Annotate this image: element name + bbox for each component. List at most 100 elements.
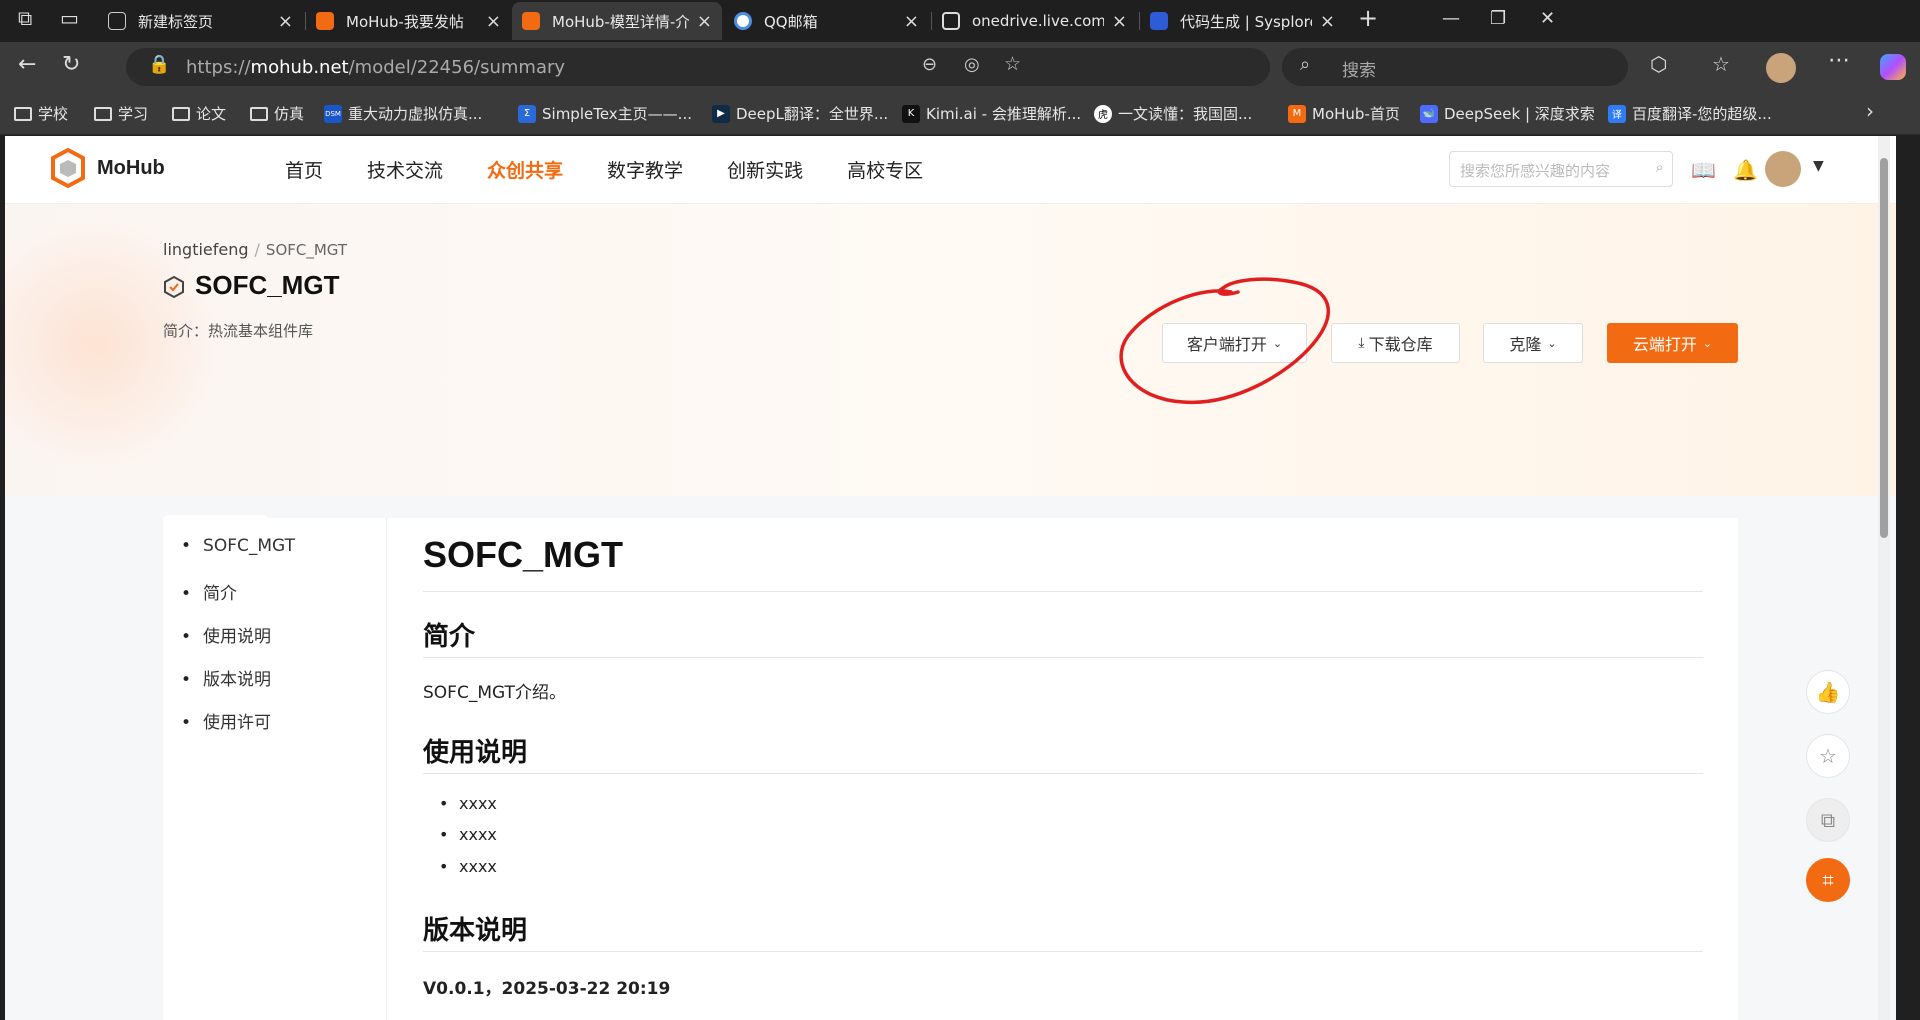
edge-icon[interactable]: ◎ (964, 54, 980, 75)
toc-item[interactable]: 版本说明 (181, 665, 271, 690)
favorite-star-icon[interactable]: ☆ (1004, 53, 1021, 75)
toc-item[interactable]: 使用说明 (181, 622, 271, 647)
document-icon (942, 12, 960, 30)
tab-title: QQ邮箱 (764, 12, 818, 31)
bookmark-label: MoHub-首页 (1312, 105, 1400, 123)
red-annotation-circle (1119, 277, 1330, 405)
bookmark-folder[interactable]: 学校 (14, 103, 68, 124)
folder-icon (250, 106, 268, 121)
browser-tab[interactable]: onedrive.live.com × (932, 2, 1137, 40)
scrollbar[interactable] (1878, 136, 1890, 1020)
bookmark-link[interactable]: K Kimi.ai - 会推理解析... (902, 103, 1081, 124)
tab-title: MoHub-我要发帖 (346, 12, 464, 31)
lock-icon[interactable]: 🔒 (148, 54, 170, 75)
favorites-icon[interactable]: ☆ (1712, 52, 1730, 76)
close-icon[interactable]: × (697, 11, 712, 32)
new-tab-plus-icon[interactable]: + (1358, 4, 1378, 32)
breadcrumb: lingtiefeng / SOFC_MGT (163, 240, 348, 259)
window-close-icon[interactable]: ✕ (1540, 8, 1555, 29)
like-button[interactable]: 👍 (1806, 670, 1850, 714)
deepseek-icon: 🐋 (1420, 104, 1438, 123)
browser-tab[interactable]: MoHub-我要发帖 × (306, 2, 511, 40)
close-icon[interactable]: × (1320, 11, 1335, 32)
sysplorer-icon (1150, 12, 1168, 30)
model-hero: lingtiefeng / SOFC_MGT SOFC_MGT 简介：热流基本组件库… (5, 204, 1896, 563)
browser-tab[interactable]: 新建标签页 × (98, 2, 303, 40)
browser-tab[interactable]: QQ邮箱 × (724, 2, 929, 40)
toc-item[interactable]: 简介 (181, 579, 237, 604)
close-icon[interactable]: × (1112, 11, 1127, 32)
nav-item-share[interactable]: 众创共享 (487, 156, 563, 183)
folder-icon (172, 106, 190, 121)
tab-title: onedrive.live.com (972, 12, 1104, 30)
kimi-icon: K (902, 104, 920, 123)
workspaces-icon[interactable]: ⧉ (18, 6, 32, 30)
site-search-input[interactable]: 搜索您所感兴趣的内容 ⌕ (1449, 151, 1673, 187)
chevron-down-icon[interactable]: ▼ (1813, 158, 1824, 174)
bookmark-folder[interactable]: 学习 (94, 103, 148, 124)
more-icon[interactable]: ⋯ (1828, 48, 1850, 73)
bookmark-label: 一文读懂：我国固... (1118, 105, 1253, 123)
bookmark-folder[interactable]: 仿真 (250, 103, 304, 124)
zoom-icon[interactable]: ⊖ (922, 54, 937, 75)
nav-item-teaching[interactable]: 数字教学 (607, 156, 683, 183)
extensions-icon[interactable]: ⬡ (1650, 52, 1667, 76)
favorite-button[interactable]: ☆ (1806, 734, 1850, 778)
crop-button[interactable]: ⌗ (1806, 858, 1850, 902)
bookmark-label: 重大动力虚拟仿真... (348, 105, 483, 123)
content-panel: SOFC_MGT 简介 使用说明 版本说明 使用许可 SOFC_MGT 简介 S… (163, 518, 1738, 1020)
close-icon[interactable]: × (486, 11, 501, 32)
breadcrumb-owner[interactable]: lingtiefeng (163, 240, 249, 259)
bookmark-link[interactable]: M MoHub-首页 (1288, 103, 1400, 124)
cloud-open-button[interactable]: 云端打开 ⌄ (1607, 323, 1738, 363)
profile-avatar[interactable] (1766, 53, 1796, 83)
browser-tab-bar: ⧉ ▭ 新建标签页 × MoHub-我要发帖 × MoHub-模型详情-介绍-S… (0, 0, 1920, 42)
scrollbar-thumb[interactable] (1880, 158, 1888, 538)
chevron-right-icon[interactable]: › (1866, 99, 1874, 123)
bookmark-folder[interactable]: 论文 (172, 103, 226, 124)
bookmark-link[interactable]: Σ SimpleTex主页——... (518, 103, 692, 124)
section-heading: 简介 (423, 622, 476, 652)
download-repo-button[interactable]: ⤓ 下载仓库 (1331, 323, 1460, 363)
refresh-icon[interactable]: ↻ (62, 52, 80, 77)
user-avatar[interactable] (1765, 151, 1801, 187)
bookmark-link[interactable]: 译百度翻译-您的超级... (1608, 103, 1772, 124)
toc-item[interactable]: 使用许可 (181, 708, 271, 733)
close-icon[interactable]: × (278, 11, 293, 32)
browser-search-box[interactable]: ⌕ 搜索 (1282, 48, 1628, 86)
list-item: xxxx (439, 825, 497, 844)
nav-item-practice[interactable]: 创新实践 (727, 156, 803, 183)
bell-icon[interactable]: 🔔 (1733, 158, 1758, 182)
book-icon[interactable]: 📖 (1691, 158, 1716, 182)
url-field[interactable]: 🔒 https://mohub.net/model/22456/summary … (126, 48, 1270, 86)
url-text: https://mohub.net/model/22456/summary (186, 57, 565, 78)
minimize-icon[interactable]: — (1442, 8, 1460, 29)
version-line: V0.0.1，2025-03-22 20:19 (423, 979, 671, 999)
tab-actions-icon[interactable]: ▭ (60, 6, 79, 30)
restore-icon[interactable]: ❐ (1490, 8, 1506, 29)
bookmark-link[interactable]: DSM 重大动力虚拟仿真... (324, 103, 482, 124)
bookmark-label: SimpleTex主页——... (542, 105, 692, 123)
nav-item-home[interactable]: 首页 (285, 156, 323, 183)
bookmark-link[interactable]: 🐋 DeepSeek | 深度求索 (1420, 103, 1595, 124)
bookmark-link[interactable]: ▶ DeepL翻译：全世界... (712, 103, 888, 124)
browser-tab[interactable]: 代码生成 | Sysplorer使用手 × (1140, 2, 1345, 40)
nav-item-tech[interactable]: 技术交流 (367, 156, 443, 183)
clone-button[interactable]: 克隆 ⌄ (1483, 323, 1583, 363)
copilot-icon[interactable] (1880, 54, 1906, 80)
simpletex-icon: Σ (518, 104, 536, 123)
bookmark-label: Kimi.ai - 会推理解析... (926, 105, 1082, 123)
bookmark-label: DeepL翻译：全世界... (736, 105, 889, 123)
mohub-logo-icon (51, 148, 85, 188)
bookmark-link[interactable]: 虎一文读懂：我国固... (1094, 103, 1252, 124)
site-logo[interactable]: MoHub (51, 148, 165, 188)
toc-item[interactable]: SOFC_MGT (181, 536, 295, 556)
search-icon[interactable]: ⌕ (1656, 158, 1664, 176)
close-icon[interactable]: × (904, 11, 919, 32)
crop-icon: ⌗ (1822, 868, 1834, 892)
copy-button[interactable]: ⧉ (1806, 798, 1850, 842)
nav-item-university[interactable]: 高校专区 (847, 156, 923, 183)
search-placeholder: 搜索您所感兴趣的内容 (1460, 162, 1611, 180)
back-arrow-icon[interactable]: ← (18, 52, 36, 77)
browser-tab-active[interactable]: MoHub-模型详情-介绍-SO × (512, 2, 722, 40)
